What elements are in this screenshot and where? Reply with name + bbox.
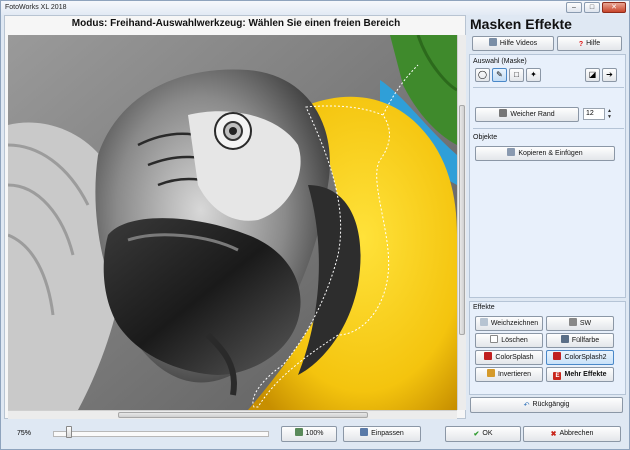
checkmark-icon: ✔: [473, 431, 480, 438]
magic-wand-icon[interactable]: ✦: [526, 68, 541, 82]
close-button[interactable]: ✕: [602, 2, 626, 13]
plus-icon: [499, 109, 508, 117]
vertical-scrollbar[interactable]: [457, 35, 466, 410]
blur-label: Weichzeichnen: [490, 320, 539, 327]
fill-color-label: Füllfarbe: [571, 337, 600, 344]
objects-label: Objekte: [473, 134, 498, 141]
maximize-button[interactable]: □: [584, 2, 600, 13]
mode-status-text: Modus: Freihand-Auswahlwerkzeug: Wählen …: [71, 18, 401, 29]
colorsplash-button[interactable]: ColorSplash: [475, 350, 543, 365]
soft-edge-value-field[interactable]: 12: [583, 108, 605, 120]
app-window: FotoWorks XL 2018 – □ ✕ Modus: Freihand-…: [0, 0, 630, 450]
invert-mask-icon[interactable]: ◪: [585, 68, 600, 82]
copy-icon: [507, 148, 516, 156]
title-bar: FotoWorks XL 2018 – □ ✕: [1, 1, 629, 15]
eraser-icon: [490, 335, 499, 343]
arrow-right-icon[interactable]: ➔: [602, 68, 617, 82]
ok-button[interactable]: ✔ OK: [445, 426, 521, 442]
delete-button[interactable]: Löschen: [475, 333, 543, 348]
colorsplash2-button[interactable]: ColorSplash2: [546, 350, 614, 365]
zoom-percent: 75%: [17, 430, 32, 437]
undo-button[interactable]: ↶ Rückgängig: [470, 397, 623, 413]
bottom-bar: 75% 100% Einpassen ✔ OK ✖ Abbrechen: [1, 421, 629, 449]
selection-label: Auswahl (Maske): [473, 58, 527, 65]
window-title: FotoWorks XL 2018: [5, 4, 67, 11]
fill-color-icon: [560, 335, 569, 343]
soft-edge-label: Weicher Rand: [510, 111, 555, 118]
invert-label: Invertieren: [497, 371, 532, 378]
cancel-icon: ✖: [550, 431, 557, 438]
zoom-icon: [294, 428, 303, 436]
undo-label: Rückgängig: [532, 401, 570, 408]
soft-edge-button[interactable]: Weicher Rand: [475, 107, 579, 122]
copy-paste-button[interactable]: Kopieren & Einfügen: [475, 146, 615, 161]
mask-effects-panel: Masken Effekte Hilfe Videos ? Hilfe Auswa…: [469, 15, 628, 419]
cancel-label: Abbrechen: [559, 430, 594, 437]
ellipse-select-icon[interactable]: ◯: [475, 68, 490, 82]
horizontal-scrollbar[interactable]: [8, 410, 457, 419]
undo-icon: ↶: [523, 402, 530, 409]
freehand-select-icon[interactable]: ✎: [492, 68, 507, 82]
zoom-slider[interactable]: [53, 431, 269, 437]
zoom-100-label: 100%: [305, 430, 324, 437]
minimize-button[interactable]: –: [566, 2, 582, 13]
fit-label: Einpassen: [371, 430, 404, 437]
more-effects-icon: E: [553, 372, 562, 380]
blur-button[interactable]: Weichzeichnen: [475, 316, 543, 331]
colorsplash-label: ColorSplash: [495, 354, 534, 361]
delete-label: Löschen: [501, 337, 528, 344]
cancel-button[interactable]: ✖ Abbrechen: [523, 426, 621, 442]
parrot-photo: [8, 35, 457, 410]
help-videos-button[interactable]: Hilfe Videos: [472, 36, 554, 51]
blur-icon: [479, 318, 488, 326]
fit-button[interactable]: Einpassen: [343, 426, 421, 442]
bw-button[interactable]: SW: [546, 316, 614, 331]
invert-icon: [486, 369, 495, 377]
help-label: Hilfe: [586, 40, 601, 47]
effects-label: Effekte: [473, 304, 495, 311]
image-panel: Modus: Freihand-Auswahlwerkzeug: Wählen …: [4, 15, 466, 419]
panel-title: Masken Effekte: [470, 16, 572, 32]
help-videos-label: Hilfe Videos: [499, 40, 538, 47]
bw-icon: [568, 318, 577, 326]
copy-paste-label: Kopieren & Einfügen: [518, 150, 583, 157]
image-canvas[interactable]: [8, 35, 457, 410]
zoom-slider-thumb[interactable]: [65, 426, 72, 438]
fill-color-button[interactable]: Füllfarbe: [546, 333, 614, 348]
effects-subpanel: Effekte Weichzeichnen SW Löschen Füllfar…: [469, 301, 626, 395]
colorsplash-icon: [484, 352, 493, 360]
horizontal-scroll-thumb[interactable]: [118, 412, 368, 418]
spin-arrows-icon[interactable]: ▲ ▼: [606, 108, 613, 120]
vertical-scroll-thumb[interactable]: [459, 105, 465, 335]
fit-icon: [360, 428, 369, 436]
invert-button[interactable]: Invertieren: [475, 367, 543, 382]
ok-label: OK: [482, 430, 493, 437]
rect-select-icon[interactable]: □: [509, 68, 524, 82]
question-icon: ?: [578, 41, 584, 48]
colorsplash2-icon: [553, 352, 562, 360]
more-effects-button[interactable]: E Mehr Effekte: [546, 367, 614, 382]
more-effects-label: Mehr Effekte: [564, 371, 607, 378]
colorsplash2-label: ColorSplash2: [564, 354, 607, 361]
help-button[interactable]: ? Hilfe: [557, 36, 622, 51]
bw-label: SW: [579, 320, 592, 327]
film-icon: [488, 38, 497, 46]
zoom-100-button[interactable]: 100%: [281, 426, 337, 442]
selection-subpanel: Auswahl (Maske) ◯ ✎ □ ✦ ◪ ➔ Weicher Rand…: [469, 54, 626, 298]
